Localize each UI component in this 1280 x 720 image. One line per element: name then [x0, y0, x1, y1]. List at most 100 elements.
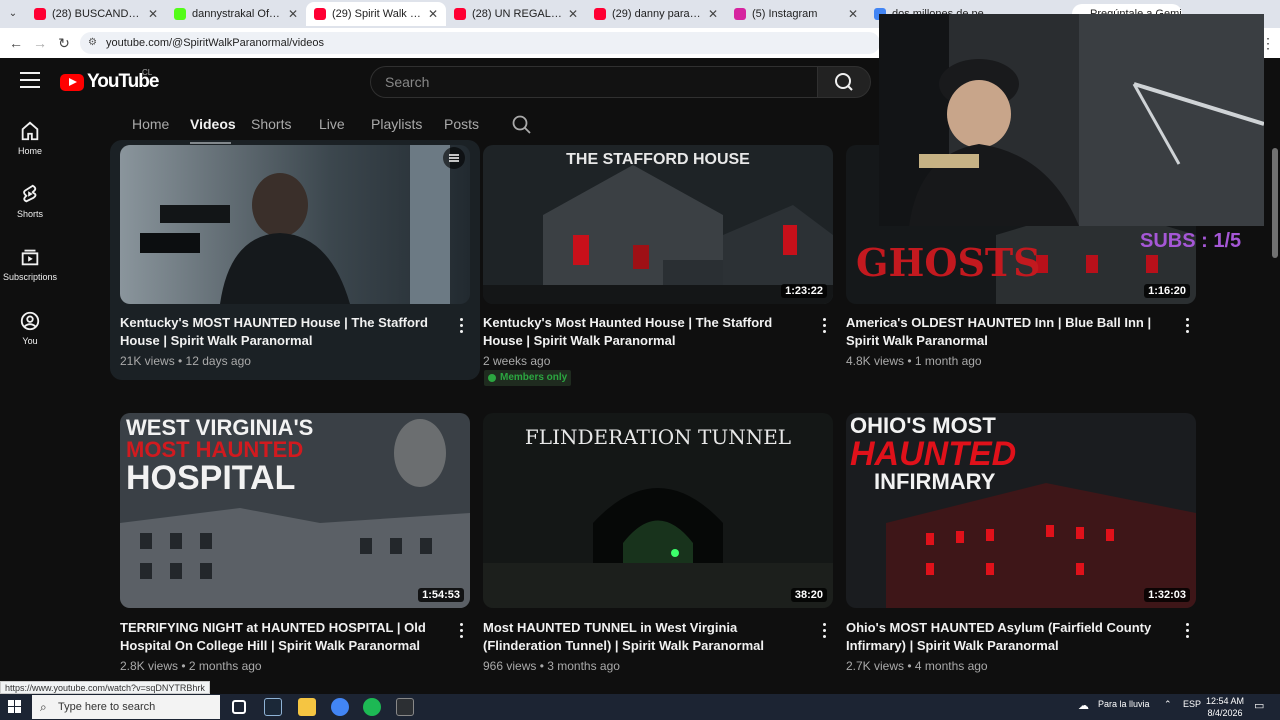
video-options-icon[interactable] [1184, 623, 1190, 639]
rail-you[interactable]: You [0, 310, 60, 366]
video-thumbnail[interactable]: THE STAFFORD HOUSE 1:23:22 [483, 145, 833, 304]
notification-icon[interactable]: ▭ [1254, 699, 1264, 712]
close-tab-icon[interactable]: ✕ [708, 7, 718, 21]
tray-chevron-icon[interactable]: ⌃ [1164, 699, 1172, 710]
site-info-icon[interactable]: ⚙ [88, 32, 97, 54]
account-icon [20, 311, 40, 331]
video-duration: 1:16:20 [1144, 284, 1190, 298]
taskbar-search[interactable]: ⌕ Type here to search [32, 695, 220, 719]
video-duration: 38:20 [790, 588, 827, 602]
youtube-favicon-icon [314, 8, 326, 20]
video-title[interactable]: TERRIFYING NIGHT at HAUNTED HOSPITAL | O… [120, 619, 450, 655]
menu-icon[interactable] [20, 72, 40, 88]
video-metadata: 21K views • 12 days ago [120, 354, 251, 368]
video-options-icon[interactable] [458, 318, 464, 334]
tab-search-icon[interactable]: ⌄ [4, 5, 22, 23]
thumbnail-text: OHIO'S MOST HAUNTED INFIRMARY [850, 413, 1017, 494]
status-url: https://www.youtube.com/watch?v=sqDNYTRB… [0, 681, 210, 694]
thumbnail-image [120, 145, 470, 304]
task-view-icon[interactable] [232, 700, 246, 714]
video-title[interactable]: Kentucky's Most Haunted House | The Staf… [483, 314, 813, 350]
youtube-favicon-icon [454, 8, 466, 20]
youtube-favicon-icon [594, 8, 606, 20]
browser-tab-active[interactable]: (29) Spirit Walk Paranormal✕ [306, 2, 446, 26]
video-options-icon[interactable] [458, 623, 464, 639]
taskbar-search-placeholder: Type here to search [58, 701, 156, 713]
browser-tab[interactable]: dannystrakal Official: Insta✕ [166, 2, 306, 26]
rail-you-label: You [22, 336, 38, 346]
tab-shorts[interactable]: Shorts [251, 116, 291, 132]
subscriber-goal-text: SUBS : 1/5 [1140, 230, 1242, 252]
address-url: youtube.com/@SpiritWalkParanormal/videos [106, 37, 325, 49]
kick-favicon-icon [174, 8, 186, 20]
video-metadata: 966 views • 3 months ago [483, 659, 620, 673]
search-input[interactable]: Search [370, 66, 818, 98]
weather-icon[interactable]: ☁ [1078, 699, 1089, 712]
file-explorer-icon[interactable] [298, 698, 316, 716]
video-duration: 1:32:03 [1144, 588, 1190, 602]
thumbnail-text: WEST VIRGINIA'S MOST HAUNTED HOSPITAL [126, 415, 314, 497]
video-metadata: 2.8K views • 2 months ago [120, 659, 262, 673]
browser-tab[interactable]: (28) UN REGALO SORPRE✕ [446, 2, 586, 26]
close-tab-icon[interactable]: ✕ [568, 7, 578, 21]
close-tab-icon[interactable]: ✕ [288, 7, 298, 21]
youtube-favicon-icon [34, 8, 46, 20]
chrome-icon[interactable] [331, 698, 349, 716]
taskbar-clock[interactable]: 12:54 AM 8/4/2026 [1196, 695, 1254, 719]
weather-text[interactable]: Para la lluvia [1098, 699, 1150, 709]
windows-start-icon[interactable] [8, 700, 22, 714]
webcam-image [879, 14, 1264, 226]
browser-tab[interactable]: (28) BUSCANDO EL 2 PA 2✕ [26, 2, 166, 26]
instagram-favicon-icon [734, 8, 746, 20]
browser-tab[interactable]: (5) Instagram ✕ [726, 2, 866, 26]
rail-home-label: Home [17, 146, 42, 156]
video-title[interactable]: America's OLDEST HAUNTED Inn | Blue Ball… [846, 314, 1176, 350]
video-thumbnail[interactable] [120, 145, 470, 304]
close-tab-icon[interactable]: ✕ [848, 7, 858, 21]
video-thumbnail[interactable]: FLINDERATION TUNNEL 38:20 [483, 413, 833, 608]
members-only-badge: Members only [484, 370, 572, 386]
rail-subscriptions[interactable]: Subscriptions [0, 246, 60, 302]
clock-date: 8/4/2026 [1207, 708, 1243, 718]
spotify-icon[interactable] [363, 698, 381, 716]
obs-icon[interactable] [396, 698, 414, 716]
video-title[interactable]: Most HAUNTED TUNNEL in West Virginia (Fl… [483, 619, 813, 655]
back-arrow-icon[interactable]: ← [6, 33, 26, 53]
video-options-icon[interactable] [1184, 318, 1190, 334]
close-tab-icon[interactable]: ✕ [428, 7, 438, 21]
video-title[interactable]: Ohio's MOST HAUNTED Asylum (Fairfield Co… [846, 619, 1176, 655]
close-tab-icon[interactable]: ✕ [148, 7, 158, 21]
tab-playlists[interactable]: Playlists [371, 116, 422, 132]
address-bar[interactable]: ⚙ youtube.com/@SpiritWalkParanormal/vide… [80, 32, 880, 54]
scrollbar-thumb[interactable] [1272, 148, 1278, 258]
video-options-icon[interactable] [821, 623, 827, 639]
thumbnail-text: FLINDERATION TUNNEL [524, 425, 792, 449]
home-icon [21, 121, 39, 141]
rail-home[interactable]: Home [0, 120, 60, 176]
thumbnail-text: THE STAFFORD HOUSE [566, 151, 750, 168]
video-thumbnail[interactable]: WEST VIRGINIA'S MOST HAUNTED HOSPITAL 1:… [120, 413, 470, 608]
channel-search-icon[interactable] [511, 114, 533, 136]
shorts-icon [23, 184, 37, 203]
search-icon: ⌕ [40, 700, 47, 714]
tab-videos[interactable]: Videos [190, 116, 236, 132]
screen: ⌄ (28) BUSCANDO EL 2 PA 2✕ dannystrakal … [0, 0, 1280, 720]
steam-icon[interactable] [264, 698, 282, 716]
video-options-icon[interactable] [821, 318, 827, 334]
tab-live[interactable]: Live [319, 116, 345, 132]
tab-home[interactable]: Home [132, 116, 169, 132]
video-duration: 1:54:53 [418, 588, 464, 602]
windows-taskbar: ⌕ Type here to search ☁ Para la lluvia ⌃… [0, 694, 1280, 720]
forward-arrow-icon[interactable]: → [30, 33, 50, 53]
queue-icon[interactable] [443, 147, 465, 169]
video-title[interactable]: Kentucky's MOST HAUNTED House | The Staf… [120, 314, 450, 350]
rail-shorts[interactable]: Shorts [0, 183, 60, 239]
search-icon [835, 73, 853, 91]
search-button[interactable] [817, 66, 871, 98]
video-thumbnail[interactable]: OHIO'S MOST HAUNTED INFIRMARY 1:32:03 [846, 413, 1196, 608]
reload-icon[interactable]: ↻ [54, 33, 74, 53]
browser-tab[interactable]: (29) danny paranormal - Y✕ [586, 2, 726, 26]
video-metadata: 2 weeks ago [483, 354, 551, 368]
youtube-play-icon [60, 73, 84, 91]
tab-posts[interactable]: Posts [444, 116, 479, 132]
